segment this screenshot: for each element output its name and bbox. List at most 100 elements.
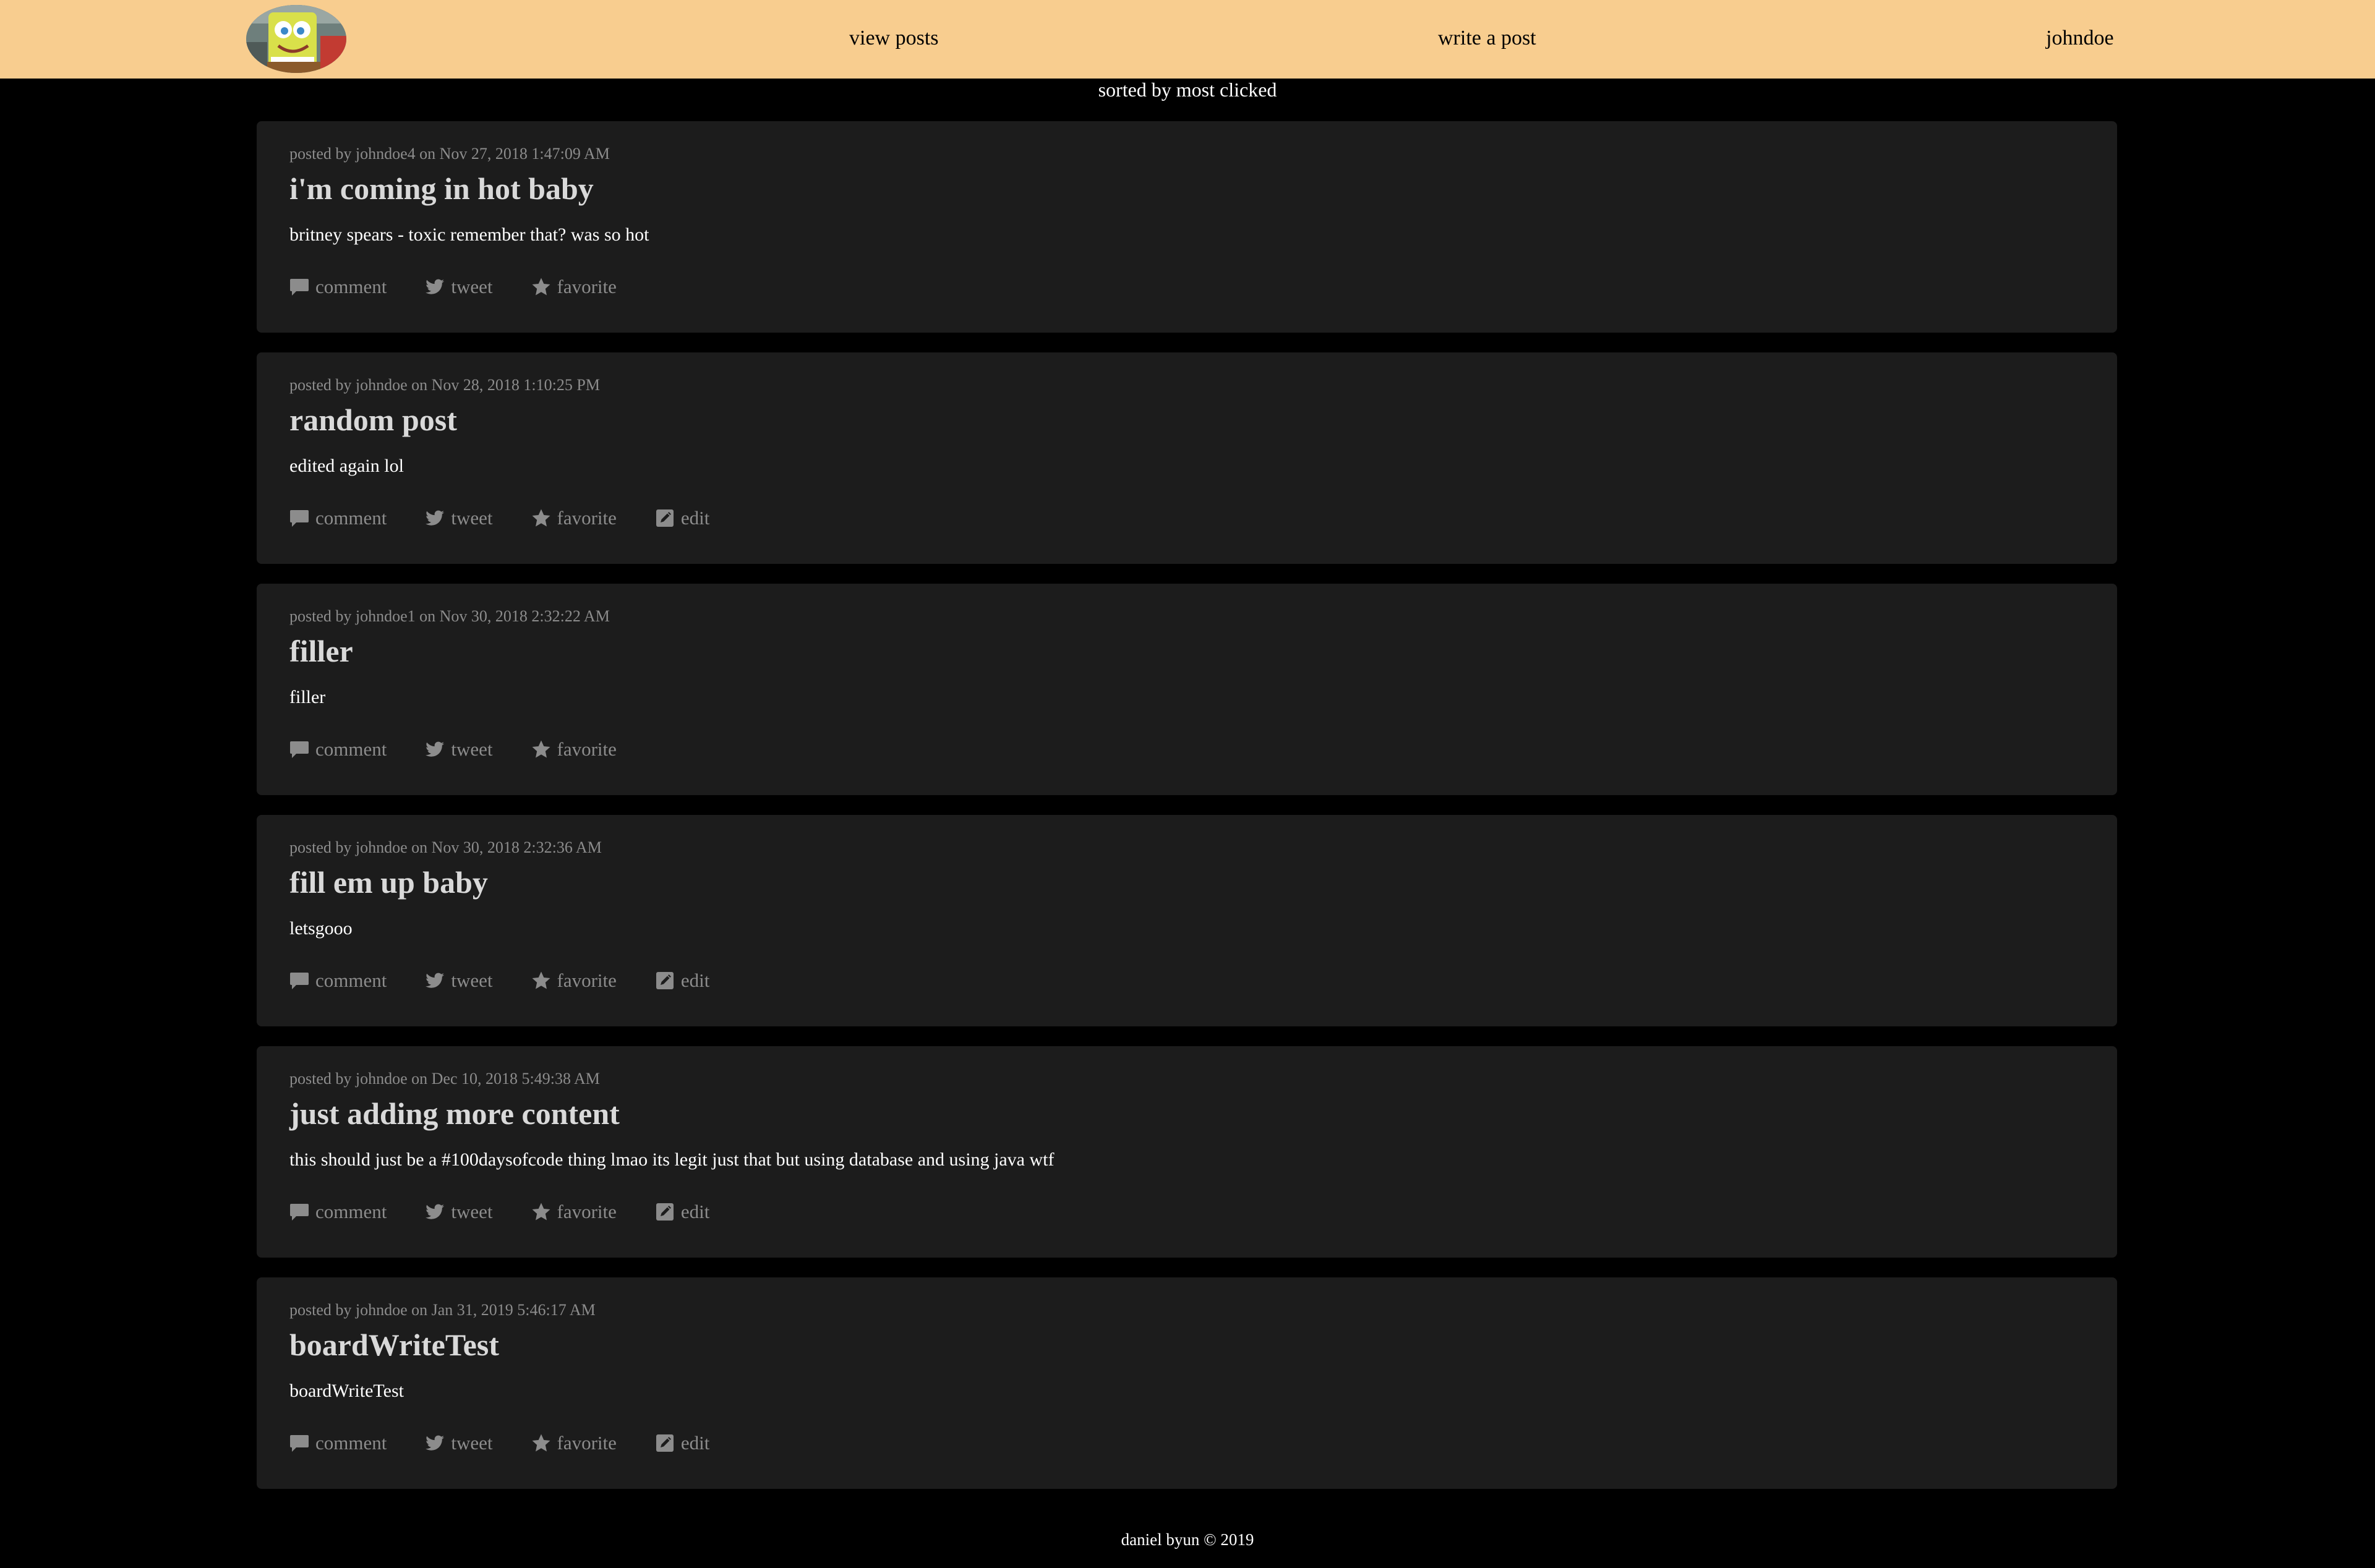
edit-button[interactable]: edit <box>655 1431 710 1455</box>
post-list: posted by johndoe4 on Nov 27, 2018 1:47:… <box>257 121 2117 1509</box>
post-body: this should just be a #100daysofcode thi… <box>289 1149 1055 1170</box>
edit-label: edit <box>680 507 710 529</box>
twitter-bird-icon <box>425 1202 445 1222</box>
post-card: posted by johndoe on Dec 10, 2018 5:49:3… <box>257 1046 2117 1258</box>
post-meta: posted by johndoe on Nov 28, 2018 1:10:2… <box>289 376 600 394</box>
comment-button[interactable]: comment <box>289 1431 387 1455</box>
post-body: boardWriteTest <box>289 1381 404 1401</box>
tweet-label: tweet <box>451 276 493 297</box>
tweet-button[interactable]: tweet <box>425 506 493 530</box>
comment-button[interactable]: comment <box>289 968 387 993</box>
comment-icon <box>289 1433 309 1453</box>
edit-button[interactable]: edit <box>655 968 710 993</box>
tweet-label: tweet <box>451 738 493 760</box>
comment-label: comment <box>315 1432 387 1454</box>
home-logo-icon[interactable] <box>246 5 346 73</box>
post-meta: posted by johndoe on Dec 10, 2018 5:49:3… <box>289 1070 600 1088</box>
tweet-button[interactable]: tweet <box>425 1199 493 1224</box>
post-body: edited again lol <box>289 456 404 476</box>
post-title[interactable]: boardWriteTest <box>289 1326 499 1364</box>
post-card: posted by johndoe4 on Nov 27, 2018 1:47:… <box>257 121 2117 333</box>
sort-order-label: sorted by most clicked <box>1098 79 1277 101</box>
post-meta: posted by johndoe on Jan 31, 2019 5:46:1… <box>289 1301 596 1319</box>
comment-button[interactable]: comment <box>289 737 387 762</box>
nav-write-post-link[interactable]: write a post <box>1438 25 1536 52</box>
star-icon <box>531 277 551 297</box>
favorite-button[interactable]: favorite <box>531 1431 617 1455</box>
post-actions: comment tweet favorite edit <box>289 1198 709 1225</box>
favorite-label: favorite <box>557 276 617 297</box>
post-actions: comment tweet favorite <box>289 273 617 300</box>
tweet-button[interactable]: tweet <box>425 1431 493 1455</box>
top-navbar: view posts write a post johndoe <box>0 0 2375 79</box>
pencil-square-icon <box>655 1202 675 1222</box>
tweet-label: tweet <box>451 969 493 991</box>
edit-button[interactable]: edit <box>655 506 710 530</box>
tweet-label: tweet <box>451 1201 493 1222</box>
post-actions: comment tweet favorite edit <box>289 505 709 532</box>
comment-label: comment <box>315 507 387 529</box>
favorite-label: favorite <box>557 738 617 760</box>
twitter-bird-icon <box>425 971 445 991</box>
comment-icon <box>289 508 309 528</box>
tweet-button[interactable]: tweet <box>425 737 493 762</box>
post-actions: comment tweet favorite edit <box>289 967 709 994</box>
favorite-button[interactable]: favorite <box>531 506 617 530</box>
star-icon <box>531 971 551 991</box>
footer-copyright: daniel byun © 2019 <box>1121 1530 1254 1549</box>
favorite-label: favorite <box>557 1201 617 1222</box>
favorite-button[interactable]: favorite <box>531 968 617 993</box>
comment-label: comment <box>315 738 387 760</box>
post-card: posted by johndoe on Nov 28, 2018 1:10:2… <box>257 352 2117 564</box>
edit-label: edit <box>680 969 710 991</box>
tweet-label: tweet <box>451 1432 493 1454</box>
twitter-bird-icon <box>425 1433 445 1453</box>
star-icon <box>531 1433 551 1453</box>
twitter-bird-icon <box>425 277 445 297</box>
favorite-button[interactable]: favorite <box>531 1199 617 1224</box>
nav-user-link[interactable]: johndoe <box>2046 25 2114 52</box>
twitter-bird-icon <box>425 739 445 759</box>
pencil-square-icon <box>655 508 675 528</box>
tweet-button[interactable]: tweet <box>425 968 493 993</box>
comment-label: comment <box>315 276 387 297</box>
comment-button[interactable]: comment <box>289 506 387 530</box>
post-body: britney spears - toxic remember that? wa… <box>289 224 649 245</box>
post-card: posted by johndoe1 on Nov 30, 2018 2:32:… <box>257 584 2117 795</box>
post-body: letsgooo <box>289 918 353 939</box>
post-card: posted by johndoe on Nov 30, 2018 2:32:3… <box>257 815 2117 1026</box>
star-icon <box>531 1202 551 1222</box>
favorite-label: favorite <box>557 969 617 991</box>
post-meta: posted by johndoe4 on Nov 27, 2018 1:47:… <box>289 145 610 163</box>
post-title[interactable]: just adding more content <box>289 1094 620 1133</box>
post-card: posted by johndoe on Jan 31, 2019 5:46:1… <box>257 1277 2117 1489</box>
comment-icon <box>289 1202 309 1222</box>
post-title[interactable]: i'm coming in hot baby <box>289 169 594 208</box>
comment-button[interactable]: comment <box>289 275 387 299</box>
favorite-label: favorite <box>557 507 617 529</box>
post-title[interactable]: filler <box>289 632 353 670</box>
post-body: filler <box>289 687 326 707</box>
star-icon <box>531 739 551 759</box>
tweet-button[interactable]: tweet <box>425 275 493 299</box>
edit-label: edit <box>680 1432 710 1454</box>
favorite-label: favorite <box>557 1432 617 1454</box>
edit-button[interactable]: edit <box>655 1199 710 1224</box>
post-title[interactable]: random post <box>289 401 457 439</box>
favorite-button[interactable]: favorite <box>531 275 617 299</box>
post-actions: comment tweet favorite <box>289 736 617 763</box>
comment-icon <box>289 739 309 759</box>
nav-view-posts-link[interactable]: view posts <box>849 25 939 52</box>
comment-icon <box>289 971 309 991</box>
comment-button[interactable]: comment <box>289 1199 387 1224</box>
comment-label: comment <box>315 969 387 991</box>
pencil-square-icon <box>655 1433 675 1453</box>
edit-label: edit <box>680 1201 710 1222</box>
post-actions: comment tweet favorite edit <box>289 1430 709 1457</box>
post-meta: posted by johndoe1 on Nov 30, 2018 2:32:… <box>289 607 610 625</box>
post-title[interactable]: fill em up baby <box>289 863 488 901</box>
tweet-label: tweet <box>451 507 493 529</box>
pencil-square-icon <box>655 971 675 991</box>
favorite-button[interactable]: favorite <box>531 737 617 762</box>
comment-icon <box>289 277 309 297</box>
